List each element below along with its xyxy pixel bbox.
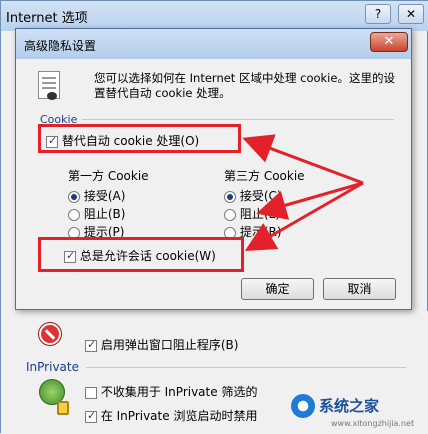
annotation-arrows <box>242 134 364 251</box>
arrow-to-session <box>244 181 364 251</box>
arrow-to-third-party <box>256 181 364 220</box>
arrow-to-override <box>242 134 364 185</box>
